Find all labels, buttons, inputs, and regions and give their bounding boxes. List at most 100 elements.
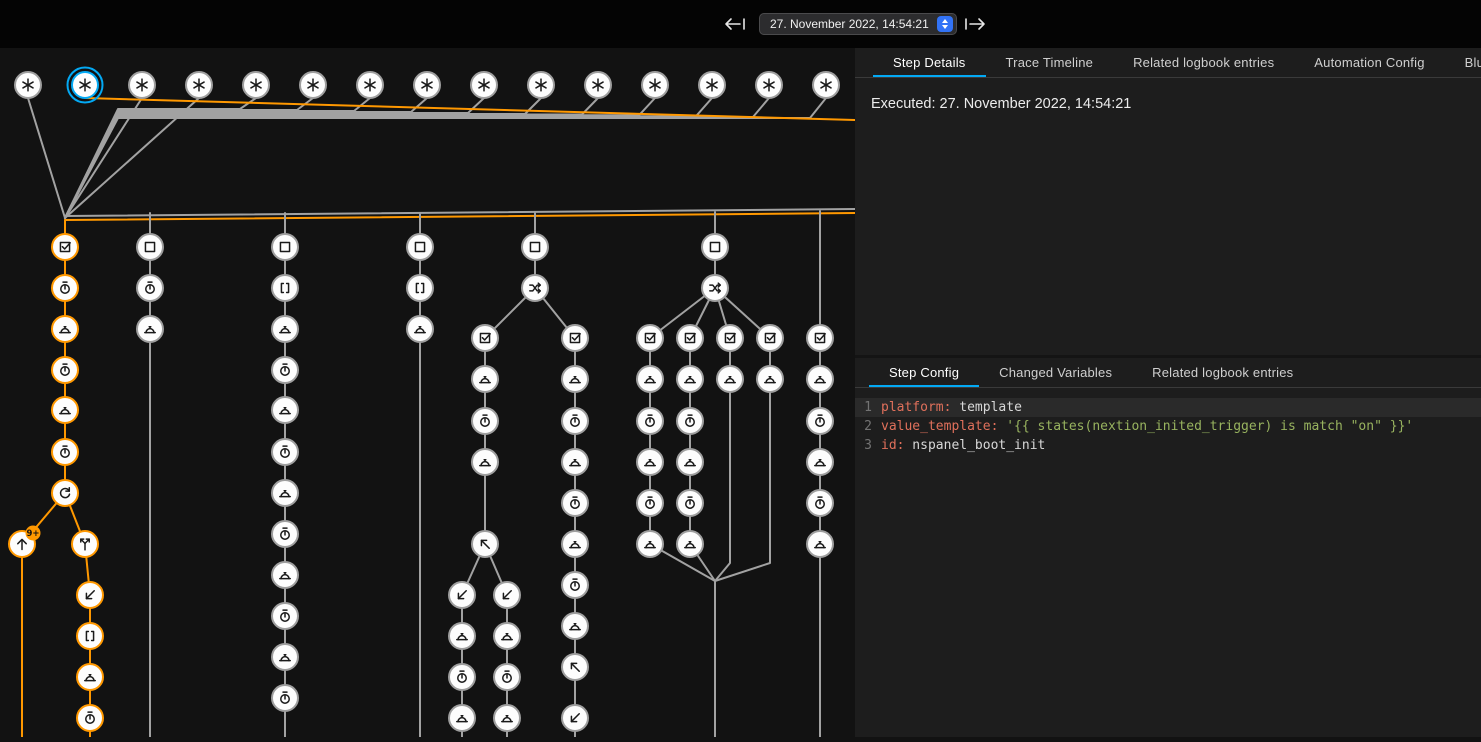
tab-step-config[interactable]: Step Config [869,358,979,387]
graph-node-checkbox-marked[interactable] [472,325,498,351]
graph-node-shuffle[interactable] [702,275,728,301]
graph-node-service-bell[interactable] [52,397,78,423]
graph-node-asterisk[interactable] [585,72,611,98]
graph-node-timer[interactable] [77,705,103,731]
graph-node-asterisk[interactable] [756,72,782,98]
tab-step-details[interactable]: Step Details [873,48,986,77]
graph-node-timer[interactable] [137,275,163,301]
graph-node-service-bell[interactable] [472,366,498,392]
tab-related-logbook-entries-bottom[interactable]: Related logbook entries [1132,358,1313,387]
graph-node-service-bell[interactable] [807,366,833,392]
graph-node-call-split[interactable] [72,531,98,557]
graph-node-service-bell[interactable] [637,366,663,392]
graph-node-asterisk[interactable] [15,72,41,98]
graph-node-arrow-bottom-left[interactable] [562,705,588,731]
graph-node-checkbox-blank[interactable] [407,234,433,260]
graph-node-asterisk[interactable] [471,72,497,98]
tab-related-logbook-entries[interactable]: Related logbook entries [1113,48,1294,77]
graph-node-asterisk[interactable] [528,72,554,98]
graph-node-arrow-bottom-left[interactable] [77,582,103,608]
tab-changed-variables[interactable]: Changed Variables [979,358,1132,387]
graph-node-service-bell[interactable] [137,316,163,342]
graph-node-checkbox-blank[interactable] [702,234,728,260]
graph-node-checkbox-blank[interactable] [137,234,163,260]
graph-node-timer[interactable] [272,521,298,547]
graph-node-service-bell[interactable] [272,562,298,588]
graph-node-checkbox-marked[interactable] [717,325,743,351]
graph-node-service-bell[interactable] [807,531,833,557]
next-trace-button[interactable] [960,15,990,33]
graph-node-service-bell[interactable] [449,705,475,731]
tab-blueprint-config[interactable]: Blueprint Config [1445,48,1481,77]
graph-node-service-bell[interactable] [52,316,78,342]
graph-node-code-brackets[interactable] [407,275,433,301]
graph-node-asterisk[interactable] [357,72,383,98]
graph-node-checkbox-marked[interactable] [52,234,78,260]
previous-trace-button[interactable] [720,15,750,33]
graph-node-checkbox-marked[interactable] [562,325,588,351]
graph-node-asterisk[interactable] [300,72,326,98]
graph-node-service-bell[interactable] [494,623,520,649]
graph-node-service-bell[interactable] [562,449,588,475]
graph-node-timer[interactable] [272,357,298,383]
graph-node-asterisk[interactable] [813,72,839,98]
graph-node-arrow-bottom-left[interactable] [449,582,475,608]
graph-node-arrow-up[interactable]: 9+ [9,526,41,558]
graph-node-service-bell[interactable] [449,623,475,649]
graph-node-timer[interactable] [272,439,298,465]
graph-node-asterisk[interactable] [642,72,668,98]
graph-node-service-bell[interactable] [272,644,298,670]
graph-node-asterisk[interactable] [414,72,440,98]
graph-node-checkbox-marked[interactable] [757,325,783,351]
graph-node-service-bell[interactable] [637,531,663,557]
graph-node-asterisk[interactable] [68,68,103,103]
graph-node-timer[interactable] [52,275,78,301]
graph-node-timer[interactable] [562,408,588,434]
graph-node-shuffle[interactable] [522,275,548,301]
graph-node-timer[interactable] [562,572,588,598]
graph-node-asterisk[interactable] [129,72,155,98]
graph-node-service-bell[interactable] [407,316,433,342]
graph-node-service-bell[interactable] [677,531,703,557]
graph-node-service-bell[interactable] [677,449,703,475]
graph-node-asterisk[interactable] [699,72,725,98]
graph-node-service-bell[interactable] [272,397,298,423]
graph-node-service-bell[interactable] [807,449,833,475]
graph-node-timer[interactable] [272,685,298,711]
tab-trace-timeline[interactable]: Trace Timeline [986,48,1114,77]
graph-node-checkbox-marked[interactable] [807,325,833,351]
graph-node-asterisk[interactable] [243,72,269,98]
graph-node-service-bell[interactable] [562,613,588,639]
graph-node-service-bell[interactable] [637,449,663,475]
graph-node-service-bell[interactable] [677,366,703,392]
graph-node-timer[interactable] [677,408,703,434]
graph-node-code-brackets[interactable] [272,275,298,301]
graph-node-code-brackets[interactable] [77,623,103,649]
tab-automation-config[interactable]: Automation Config [1294,48,1444,77]
graph-node-checkbox-blank[interactable] [272,234,298,260]
graph-node-service-bell[interactable] [472,449,498,475]
graph-node-refresh[interactable] [52,480,78,506]
graph-node-service-bell[interactable] [494,705,520,731]
graph-node-service-bell[interactable] [272,480,298,506]
graph-node-timer[interactable] [677,490,703,516]
trace-run-selector[interactable]: 27. November 2022, 14:54:21 [759,13,957,35]
graph-node-service-bell[interactable] [757,366,783,392]
graph-node-timer[interactable] [449,664,475,690]
graph-node-service-bell[interactable] [562,531,588,557]
graph-node-service-bell[interactable] [717,366,743,392]
graph-node-timer[interactable] [637,408,663,434]
graph-node-timer[interactable] [562,490,588,516]
graph-node-arrow-top-left[interactable] [472,531,498,557]
graph-node-service-bell[interactable] [272,316,298,342]
graph-node-checkbox-marked[interactable] [677,325,703,351]
graph-node-timer[interactable] [807,490,833,516]
graph-node-timer[interactable] [807,408,833,434]
graph-node-asterisk[interactable] [186,72,212,98]
graph-node-timer[interactable] [272,603,298,629]
graph-node-timer[interactable] [52,439,78,465]
graph-node-timer[interactable] [637,490,663,516]
graph-node-checkbox-blank[interactable] [522,234,548,260]
graph-node-arrow-top-left[interactable] [562,654,588,680]
graph-node-arrow-bottom-left[interactable] [494,582,520,608]
